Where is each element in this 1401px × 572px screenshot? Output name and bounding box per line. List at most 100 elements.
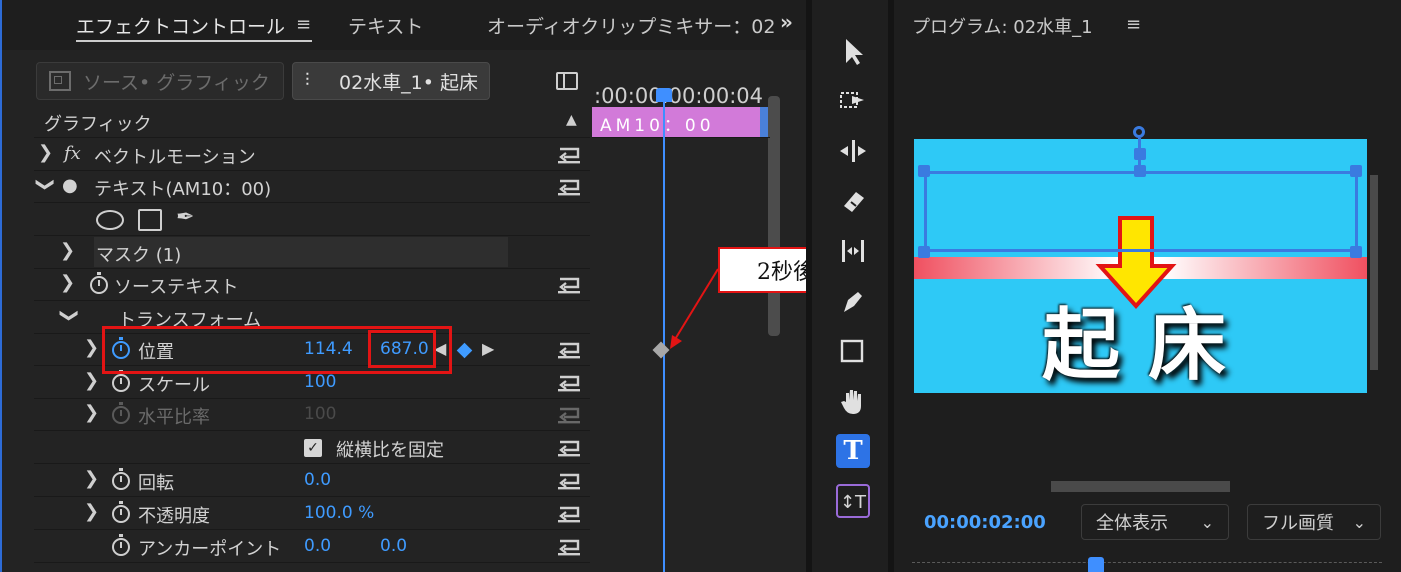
chevron-right-icon[interactable]: ❯: [84, 402, 99, 423]
stopwatch-icon[interactable]: [90, 272, 108, 294]
source-text-label: ソーステキスト: [114, 277, 239, 298]
clip-selector-button[interactable]: ⫶ 02水車_1• 起床: [292, 62, 490, 100]
rotation-row[interactable]: ❯ 回転 0.0: [34, 465, 590, 497]
anchor-x-value[interactable]: 0.0: [304, 536, 331, 556]
chevron-right-icon[interactable]: ❯: [84, 501, 99, 522]
track-select-icon[interactable]: [836, 84, 870, 118]
program-timecode[interactable]: 00:00:02:00: [924, 512, 1046, 533]
timeline-row: [592, 106, 770, 138]
chevron-right-icon[interactable]: ❯: [84, 370, 99, 391]
ripple-edit-icon[interactable]: [836, 134, 870, 168]
monitor-horizontal-scrollbar[interactable]: [1051, 481, 1230, 492]
reset-icon: [556, 405, 582, 425]
chevron-right-icon[interactable]: ❯: [38, 142, 53, 163]
reset-icon[interactable]: [556, 504, 582, 524]
mask-label: マスク (1): [96, 245, 182, 266]
type-tool-icon[interactable]: T: [836, 434, 870, 468]
uniform-scale-checkbox[interactable]: ✓: [304, 439, 322, 457]
pen-icon[interactable]: [836, 284, 870, 318]
playback-quality-select[interactable]: フル画質 ⌄: [1247, 504, 1381, 540]
ellipse-mask-icon[interactable]: [96, 210, 124, 230]
collapse-up-icon[interactable]: ▲: [566, 112, 577, 128]
stopwatch-icon[interactable]: [112, 501, 130, 523]
active-tab-underline: [76, 40, 312, 42]
chevron-down-icon[interactable]: ❯: [35, 177, 56, 192]
reset-icon[interactable]: [556, 537, 582, 557]
uniform-scale-label: 縦横比を固定: [336, 440, 444, 461]
vector-motion-row[interactable]: ❯ fx ベクトルモーション: [34, 139, 590, 171]
anchor-point-label: アンカーポイント: [138, 539, 282, 560]
zoom-fit-select[interactable]: 全体表示 ⌄: [1081, 504, 1229, 540]
hand-icon[interactable]: [836, 384, 870, 418]
chevron-down-icon[interactable]: ❯: [59, 308, 80, 323]
reset-icon[interactable]: [556, 373, 582, 393]
text-layer-label: テキスト(AM10：00): [94, 179, 272, 200]
more-tabs-icon[interactable]: »: [780, 10, 793, 34]
scale-width-label: 水平比率: [138, 407, 210, 428]
fx-icon: fx: [64, 143, 81, 164]
anchor-point-row[interactable]: アンカーポイント 0.0 0.0: [34, 531, 590, 563]
stopwatch-icon: [112, 402, 130, 424]
stopwatch-icon[interactable]: [112, 370, 130, 392]
playhead-handle[interactable]: [656, 88, 672, 102]
resize-handle[interactable]: [918, 165, 930, 177]
tab-audio-clip-mixer[interactable]: オーディオクリップミキサー：02: [487, 12, 775, 39]
vertical-type-tool-icon[interactable]: ↕T: [836, 484, 870, 518]
rectangle-icon[interactable]: [836, 334, 870, 368]
stopwatch-icon[interactable]: [112, 468, 130, 490]
anchor-y-value[interactable]: 0.0: [380, 536, 407, 556]
program-playhead[interactable]: [1088, 557, 1104, 572]
chevron-down-icon: ⌄: [1200, 513, 1214, 532]
chevron-right-icon[interactable]: ❯: [60, 272, 75, 293]
playback-quality-value: フル画質: [1262, 513, 1334, 534]
reset-icon[interactable]: [556, 340, 582, 360]
chevron-right-icon[interactable]: ❯: [84, 337, 99, 358]
source-text-row[interactable]: ❯ ソーステキスト: [34, 269, 590, 301]
text-layer-row[interactable]: ❯ ● テキスト(AM10：00): [34, 171, 590, 203]
opacity-value[interactable]: 100.0 %: [304, 503, 374, 523]
reset-icon[interactable]: [556, 438, 582, 458]
reset-icon[interactable]: [556, 145, 582, 165]
stopwatch-icon[interactable]: [112, 534, 130, 556]
selection-bounding-box[interactable]: [924, 171, 1358, 252]
scale-width-row: ❯ 水平比率 100: [34, 399, 590, 431]
opacity-label: 不透明度: [138, 506, 210, 527]
source-selector-row: ソース• グラフィック ⫶ 02水車_1• 起床: [2, 56, 592, 106]
clip-selector-label: 02水車_1• 起床: [339, 71, 479, 94]
chevron-right-icon[interactable]: ❯: [60, 240, 75, 261]
program-time-ruler[interactable]: [912, 562, 1382, 572]
reset-icon[interactable]: [556, 177, 582, 197]
scale-label: スケール: [138, 375, 210, 396]
zoom-fit-value: 全体表示: [1096, 513, 1168, 534]
source-graphic-button[interactable]: ソース• グラフィック: [36, 62, 284, 100]
mask-row[interactable]: ❯ マスク (1): [34, 237, 590, 269]
add-keyframe-icon[interactable]: [456, 342, 473, 359]
opacity-row[interactable]: ❯ 不透明度 100.0 %: [34, 498, 590, 530]
mask-tools-row: ✒: [34, 204, 590, 236]
rectangle-mask-icon[interactable]: [138, 209, 162, 231]
reset-icon[interactable]: [556, 471, 582, 491]
graphic-section-header: グラフィック ▲: [34, 106, 590, 138]
timeline-toggle-icon[interactable]: [556, 72, 578, 90]
panel-menu-icon[interactable]: ≡: [296, 14, 311, 35]
monitor-vertical-scrollbar[interactable]: [1370, 175, 1378, 370]
pen-mask-icon[interactable]: ✒: [176, 205, 194, 230]
rotation-stem: [1138, 138, 1141, 172]
resize-handle[interactable]: [1350, 165, 1362, 177]
eye-icon[interactable]: ●: [62, 175, 78, 196]
tab-text[interactable]: テキスト: [348, 12, 423, 39]
scale-value[interactable]: 100: [304, 372, 336, 392]
panel-menu-icon[interactable]: ≡: [1126, 14, 1141, 35]
rotation-handle[interactable]: [1133, 126, 1145, 138]
tab-effect-controls[interactable]: エフェクトコントロール: [76, 12, 285, 39]
chevron-right-icon[interactable]: ❯: [84, 468, 99, 489]
resize-handle[interactable]: [918, 246, 930, 258]
razor-icon[interactable]: [836, 184, 870, 218]
selection-tool-icon[interactable]: [836, 34, 870, 68]
reset-icon[interactable]: [556, 275, 582, 295]
rotation-value[interactable]: 0.0: [304, 470, 331, 490]
program-monitor-title[interactable]: プログラム: 02水車_1: [912, 13, 1093, 39]
next-keyframe-icon[interactable]: ▶: [482, 339, 494, 358]
resize-handle[interactable]: [1350, 246, 1362, 258]
slip-icon[interactable]: [836, 234, 870, 268]
